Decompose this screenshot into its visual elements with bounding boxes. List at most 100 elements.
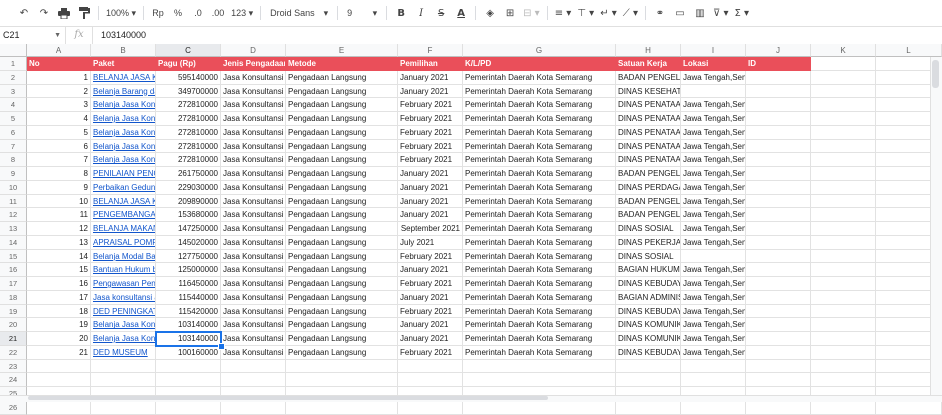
cell-paket[interactable]: Jasa konsultansi atas <box>91 290 156 305</box>
cell-jenis[interactable]: Jasa Konsultansi <box>221 304 286 319</box>
cell-id[interactable] <box>746 332 811 346</box>
header-cell-satuan[interactable]: Satuan Kerja <box>616 57 681 71</box>
cell-no[interactable]: 1 <box>27 70 91 85</box>
cell-pemilihan[interactable]: February 2021 <box>398 345 463 360</box>
header-cell-id[interactable]: ID <box>746 57 811 71</box>
cell-pagu[interactable]: 272810000 <box>156 139 221 154</box>
cell-lokasi[interactable]: Jawa Tengah,Semarang (Kota) <box>681 208 746 222</box>
cell-klpd[interactable]: Pemerintah Daerah Kota Semarang <box>463 332 616 346</box>
cell-metode[interactable]: Pengadaan Langsung <box>286 208 398 222</box>
column-header-l[interactable]: L <box>876 44 942 57</box>
cell-metode[interactable]: Pengadaan Langsung <box>286 235 398 250</box>
cell-satuan[interactable]: DINAS KEBUDAYAAN <box>616 277 681 291</box>
empty-cell[interactable] <box>811 194 876 209</box>
cell-klpd[interactable]: Pemerintah Daerah Kota Semarang <box>463 263 616 277</box>
cell-paket[interactable]: PENILAIAN PENGADAAN <box>91 167 156 181</box>
cell-klpd[interactable]: Pemerintah Daerah Kota Semarang <box>463 139 616 154</box>
empty-cell[interactable] <box>811 167 876 181</box>
cell-jenis[interactable]: Jasa Konsultansi <box>221 139 286 154</box>
cell-metode[interactable]: Pengadaan Langsung <box>286 332 398 346</box>
row-header[interactable]: 15 <box>0 249 27 264</box>
empty-cell[interactable] <box>811 235 876 250</box>
cell-metode[interactable]: Pengadaan Langsung <box>286 263 398 277</box>
empty-cell[interactable] <box>811 180 876 195</box>
cell-satuan[interactable]: DINAS SOSIAL <box>616 222 681 236</box>
empty-cell[interactable] <box>746 373 811 387</box>
cell-pemilihan[interactable]: January 2021 <box>398 70 463 85</box>
empty-cell[interactable] <box>616 359 681 374</box>
cell-metode[interactable]: Pengadaan Langsung <box>286 194 398 209</box>
cell-pagu[interactable]: 103140000 <box>156 332 221 346</box>
cell-jenis[interactable]: Jasa Konsultansi <box>221 263 286 277</box>
cell-pagu[interactable]: 125000000 <box>156 263 221 277</box>
cell-pagu[interactable]: 209890000 <box>156 194 221 209</box>
cell-pemilihan[interactable]: September 2021 <box>398 222 463 236</box>
cell-klpd[interactable]: Pemerintah Daerah Kota Semarang <box>463 194 616 209</box>
row-header[interactable]: 4 <box>0 98 27 112</box>
header-cell-pagu[interactable]: Pagu (Rp) <box>156 57 221 71</box>
filter-icon[interactable]: ⊽ ▾ <box>711 3 731 23</box>
row-header[interactable]: 3 <box>0 84 27 99</box>
cell-klpd[interactable]: Pemerintah Daerah Kota Semarang <box>463 98 616 112</box>
cell-jenis[interactable]: Jasa Konsultansi <box>221 345 286 360</box>
empty-cell[interactable] <box>398 373 463 387</box>
row-header[interactable]: 26 <box>0 400 27 415</box>
empty-cell[interactable] <box>811 263 876 277</box>
cell-metode[interactable]: Pengadaan Langsung <box>286 167 398 181</box>
cell-pemilihan[interactable]: February 2021 <box>398 277 463 291</box>
paint-format-icon[interactable] <box>75 3 93 23</box>
fill-handle[interactable] <box>218 342 225 350</box>
column-header-j[interactable]: J <box>746 44 811 57</box>
empty-cell[interactable] <box>463 359 616 374</box>
cell-lokasi[interactable]: Jawa Tengah,Semarang (Kota) <box>681 70 746 85</box>
cell-jenis[interactable]: Jasa Konsultansi <box>221 332 286 346</box>
cell-pemilihan[interactable]: January 2021 <box>398 263 463 277</box>
empty-cell[interactable] <box>811 373 876 387</box>
empty-cell[interactable] <box>156 359 221 374</box>
cell-lokasi[interactable]: Jawa Tengah,Semarang (Kota) <box>681 304 746 319</box>
text-rotation-icon[interactable]: ⟋ ▾ <box>621 3 640 23</box>
vertical-scroll-thumb[interactable] <box>932 60 939 88</box>
cell-id[interactable] <box>746 139 811 154</box>
empty-cell[interactable] <box>746 400 811 415</box>
column-header-i[interactable]: I <box>681 44 746 57</box>
empty-cell[interactable] <box>91 359 156 374</box>
cell-id[interactable] <box>746 194 811 209</box>
empty-cell[interactable] <box>811 359 876 374</box>
horizontal-align-icon[interactable]: ≡ ▾ <box>553 3 574 23</box>
cell-pemilihan[interactable]: February 2021 <box>398 125 463 140</box>
empty-cell[interactable] <box>811 222 876 236</box>
empty-cell[interactable] <box>811 98 876 112</box>
empty-cell[interactable] <box>811 345 876 360</box>
empty-cell[interactable] <box>811 400 876 415</box>
cell-lokasi[interactable]: Jawa Tengah,Semarang (Kota) <box>681 139 746 154</box>
more-formats-select[interactable]: 123 ▾ <box>229 3 255 23</box>
cell-jenis[interactable]: Jasa Konsultansi <box>221 70 286 85</box>
empty-cell[interactable] <box>811 70 876 85</box>
cell-satuan[interactable]: BADAN PENGELOLA <box>616 167 681 181</box>
row-header[interactable]: 7 <box>0 139 27 154</box>
empty-cell[interactable] <box>811 332 876 346</box>
column-header-f[interactable]: F <box>398 44 463 57</box>
bold-icon[interactable]: B <box>392 3 410 23</box>
cell-lokasi[interactable]: Jawa Tengah,Semarang (Kota) <box>681 332 746 346</box>
cell-paket[interactable]: Perbaikan Gedung <box>91 180 156 195</box>
cell-metode[interactable]: Pengadaan Langsung <box>286 112 398 126</box>
cell-paket[interactable]: Belanja Jasa Konsultansi <box>91 112 156 126</box>
header-cell-no[interactable]: No <box>27 57 91 71</box>
empty-cell[interactable] <box>221 400 286 415</box>
cell-lokasi[interactable]: Jawa Tengah,Semarang (Kota) <box>681 98 746 112</box>
cell-klpd[interactable]: Pemerintah Daerah Kota Semarang <box>463 112 616 126</box>
empty-cell[interactable] <box>91 373 156 387</box>
column-header-k[interactable]: K <box>811 44 876 57</box>
text-wrap-icon[interactable]: ↵ ▾ <box>598 3 619 23</box>
cell-lokasi[interactable]: Jawa Tengah,Semarang (Kota) <box>681 318 746 332</box>
cell-metode[interactable]: Pengadaan Langsung <box>286 345 398 360</box>
cell-lokasi[interactable]: Jawa Tengah,Semarang (Kota) <box>681 153 746 167</box>
cell-satuan[interactable]: DINAS KEBUDAYAAN <box>616 345 681 360</box>
cell-paket[interactable]: Belanja Jasa Konsultansi <box>91 139 156 154</box>
cell-pemilihan[interactable]: January 2021 <box>398 318 463 332</box>
cell-paket[interactable]: Belanja Jasa Konsultansi <box>91 125 156 140</box>
vertical-align-icon[interactable]: ⊤ ▾ <box>575 3 596 23</box>
cell-no[interactable]: 12 <box>27 222 91 236</box>
